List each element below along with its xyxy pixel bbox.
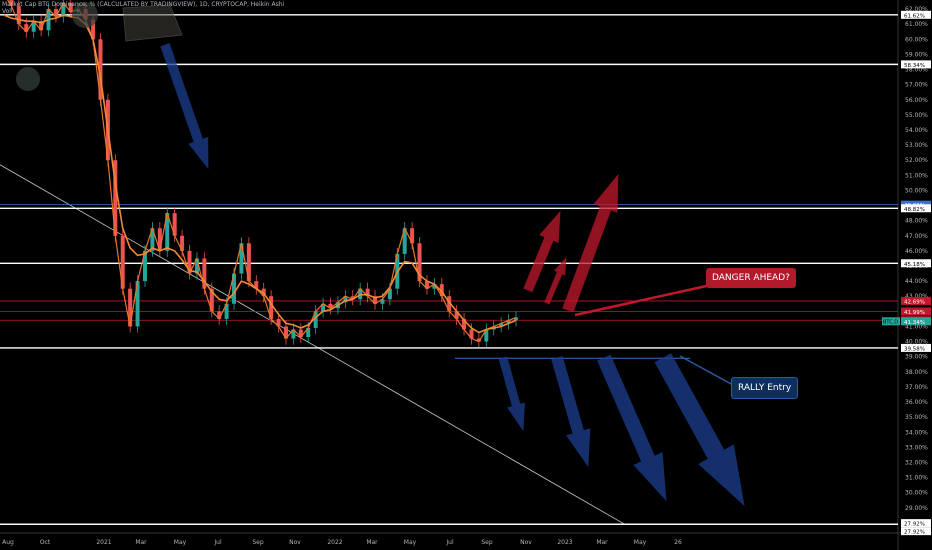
x-tick-label: May <box>174 539 187 546</box>
y-tick-label: 31.00% <box>905 475 928 482</box>
y-tick-label: 54.00% <box>905 127 928 134</box>
y-tick-label: 55.00% <box>905 112 928 119</box>
y-tick-label: 38.00% <box>905 369 928 376</box>
level-tag-label: 48.82% <box>904 207 925 213</box>
x-tick-label: Sep <box>481 539 493 546</box>
y-tick-label: 36.00% <box>905 399 928 406</box>
level-tag-label: 42.69% <box>904 299 925 305</box>
y-tick-label: 56.00% <box>905 97 928 104</box>
chart-header: Market Cap BTC Dominance, % (CALCULATED … <box>2 1 285 8</box>
x-tick-label: Mar <box>366 539 378 546</box>
y-tick-label: 29.00% <box>905 505 928 512</box>
y-tick-label: 48.00% <box>905 218 928 225</box>
x-tick-label: Aug <box>2 539 14 546</box>
level-tag-label: 39.58% <box>904 346 925 352</box>
y-tick-label: 59.00% <box>905 51 928 58</box>
price-tag-label: 41.34% <box>904 320 925 326</box>
level-tag-label: 27.92% <box>904 530 925 536</box>
x-tick-label: Mar <box>596 539 608 546</box>
level-tag-label: 61.62% <box>904 13 925 19</box>
highlight-circle <box>16 67 40 91</box>
y-tick-label: 61.00% <box>905 21 928 28</box>
x-tick-label: Jul <box>445 539 454 546</box>
y-tick-label: 44.00% <box>905 278 928 285</box>
x-tick-label: 26 <box>674 539 682 546</box>
x-tick-label: Jul <box>213 539 222 546</box>
x-tick-label: Oct <box>40 539 51 546</box>
y-tick-label: 35.00% <box>905 414 928 421</box>
y-tick-label: 32.00% <box>905 459 928 466</box>
y-tick-label: 39.00% <box>905 354 928 361</box>
x-tick-label: 2022 <box>327 539 342 546</box>
y-tick-label: 51.00% <box>905 172 928 179</box>
plot-area <box>0 0 898 532</box>
x-tick-label: 2021 <box>96 539 111 546</box>
y-tick-label: 53.00% <box>905 142 928 149</box>
x-tick-label: Mar <box>135 539 147 546</box>
y-tick-label: 37.00% <box>905 384 928 391</box>
y-tick-label: 33.00% <box>905 444 928 451</box>
level-tag-label: 58.34% <box>904 63 925 69</box>
y-tick-label: 34.00% <box>905 429 928 436</box>
level-tag-label: 45.18% <box>904 262 925 268</box>
x-tick-label: May <box>404 539 417 546</box>
rally-entry-label[interactable]: RALLY Entry <box>731 377 799 399</box>
y-tick-label: 47.00% <box>905 233 928 240</box>
x-tick-label: Nov <box>289 539 301 546</box>
y-tick-label: 50.00% <box>905 187 928 194</box>
x-tick-label: 2023 <box>557 539 572 546</box>
x-tick-label: Nov <box>520 539 532 546</box>
price-prefix-label: BTC.D <box>883 319 898 325</box>
x-tick-label: Sep <box>252 539 264 546</box>
x-tick-label: May <box>634 539 647 546</box>
y-tick-label: 57.00% <box>905 82 928 89</box>
chart-subheader: Vol <box>2 8 11 15</box>
danger-ahead-label[interactable]: DANGER AHEAD? <box>706 268 796 288</box>
y-tick-label: 52.00% <box>905 157 928 164</box>
y-tick-label: 46.00% <box>905 248 928 255</box>
y-tick-label: 30.00% <box>905 490 928 497</box>
level-tag-label: 41.99% <box>904 310 925 316</box>
chart-stage: { "header": { "symbol_line": "Market Cap… <box>0 0 932 550</box>
level-tag-label: 27.92% <box>904 522 925 528</box>
y-tick-label: 60.00% <box>905 36 928 43</box>
